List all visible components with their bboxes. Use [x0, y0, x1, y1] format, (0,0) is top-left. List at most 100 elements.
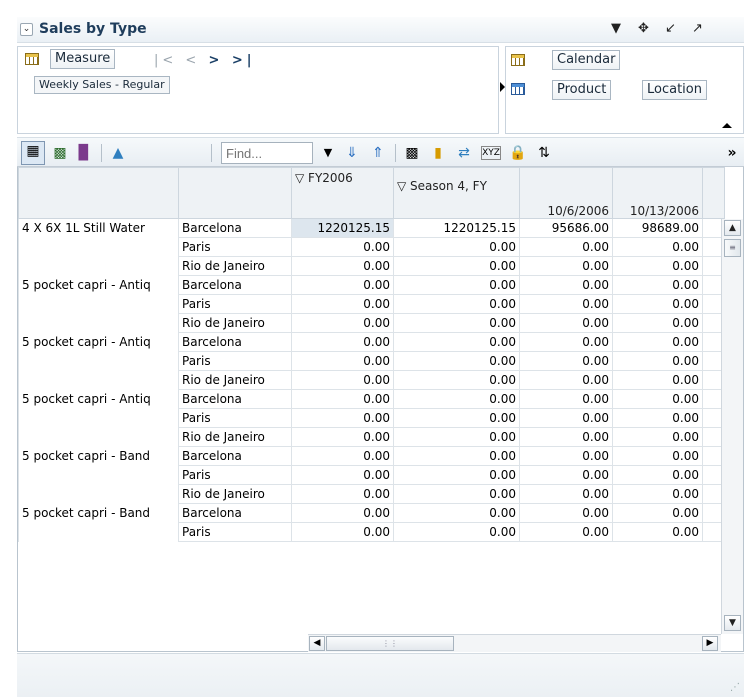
- row-header-location[interactable]: Paris: [178, 351, 292, 371]
- table-cell[interactable]: 0.00: [291, 465, 394, 485]
- table-cell[interactable]: 0.00: [612, 503, 703, 523]
- row-header-product[interactable]: [18, 484, 179, 504]
- measure-paging[interactable]: |< < > >|: [154, 53, 256, 68]
- table-cell[interactable]: 0.00: [393, 313, 520, 333]
- table-cell[interactable]: 1220125.15: [291, 218, 394, 238]
- column-header-date[interactable]: 10/6/2006: [519, 167, 613, 219]
- row-header-product[interactable]: [18, 465, 179, 485]
- table-cell[interactable]: 0.00: [519, 332, 613, 352]
- table-cell[interactable]: 0.00: [519, 503, 613, 523]
- table-cell[interactable]: 0.00: [393, 351, 520, 371]
- row-header-location[interactable]: Paris: [178, 294, 292, 314]
- table-cell[interactable]: 0.00: [519, 389, 613, 409]
- table-cell[interactable]: 0.00: [291, 313, 394, 333]
- row-header-location[interactable]: Barcelona: [178, 332, 292, 352]
- measure-tile[interactable]: Measure: [50, 49, 116, 69]
- row-header-location[interactable]: Paris: [178, 465, 292, 485]
- table-cell[interactable]: 0.00: [519, 294, 613, 314]
- vertical-scrollbar[interactable]: ▲ ≡ ▼: [721, 219, 743, 634]
- table-cell[interactable]: 98689.00: [612, 218, 703, 238]
- table-cell[interactable]: 0.00: [612, 256, 703, 276]
- table-cell[interactable]: 0.00: [393, 484, 520, 504]
- table-cell[interactable]: 0.00: [291, 389, 394, 409]
- table-cell[interactable]: 0.00: [612, 313, 703, 333]
- scroll-left-icon[interactable]: ◀: [309, 636, 325, 651]
- row-header-product[interactable]: 5 pocket capri - Band: [18, 503, 179, 523]
- table-cell[interactable]: 1220125.15: [393, 218, 520, 238]
- table-cell[interactable]: 0.00: [393, 389, 520, 409]
- row-header-product[interactable]: [18, 294, 179, 314]
- table-cell[interactable]: 0.00: [612, 294, 703, 314]
- more-icon[interactable]: »: [723, 144, 741, 162]
- table-cell[interactable]: 0.00: [393, 446, 520, 466]
- row-header-location[interactable]: Paris: [178, 522, 292, 542]
- row-header-product[interactable]: [18, 256, 179, 276]
- row-header-product[interactable]: [18, 370, 179, 390]
- horizontal-scrollbar[interactable]: ◀ ⋮⋮ ▶: [308, 634, 721, 652]
- row-header-product[interactable]: [18, 408, 179, 428]
- dropdown-icon[interactable]: ▼: [611, 21, 621, 36]
- table-cell[interactable]: 0.00: [612, 370, 703, 390]
- table-cell[interactable]: 0.00: [612, 427, 703, 447]
- table-cell[interactable]: 0.00: [612, 484, 703, 504]
- detach-icon[interactable]: ↗: [692, 21, 703, 36]
- table-cell[interactable]: 0.00: [519, 351, 613, 371]
- table-cell[interactable]: 0.00: [519, 237, 613, 257]
- table-cell[interactable]: 0.00: [519, 370, 613, 390]
- column-header-date[interactable]: 10/13/2006: [612, 167, 703, 219]
- swap-axes-icon[interactable]: ⇄: [455, 144, 473, 162]
- table-cell[interactable]: 0.00: [291, 427, 394, 447]
- scroll-up-icon[interactable]: ▲: [724, 220, 741, 236]
- column-header-fy2006[interactable]: ▽ FY2006: [291, 167, 394, 219]
- table-cell[interactable]: 0.00: [612, 351, 703, 371]
- table-cell[interactable]: 0.00: [291, 503, 394, 523]
- table-cell[interactable]: 0.00: [291, 522, 394, 542]
- table-cell[interactable]: 0.00: [393, 408, 520, 428]
- table-cell[interactable]: 0.00: [291, 370, 394, 390]
- row-header-product[interactable]: 5 pocket capri - Band: [18, 446, 179, 466]
- row-header-product[interactable]: [18, 427, 179, 447]
- table-cell[interactable]: 0.00: [519, 275, 613, 295]
- row-header-location[interactable]: Barcelona: [178, 446, 292, 466]
- table-cell[interactable]: 0.00: [519, 408, 613, 428]
- find-previous-up-icon[interactable]: ⇑: [369, 144, 387, 162]
- table-cell[interactable]: 0.00: [393, 294, 520, 314]
- table-cell[interactable]: 0.00: [612, 237, 703, 257]
- table-cell[interactable]: 0.00: [519, 522, 613, 542]
- row-header-location[interactable]: Paris: [178, 408, 292, 428]
- find-next-down-icon[interactable]: ⇓: [343, 144, 361, 162]
- collapse-chevron-icon[interactable]: ⌄: [20, 23, 33, 36]
- restore-icon[interactable]: ↙: [665, 21, 676, 36]
- row-header-location[interactable]: Rio de Janeiro: [178, 256, 292, 276]
- row-header-location[interactable]: Barcelona: [178, 218, 292, 238]
- table-cell[interactable]: 0.00: [393, 465, 520, 485]
- table-cell[interactable]: 0.00: [612, 332, 703, 352]
- table-cell[interactable]: 0.00: [519, 313, 613, 333]
- move-icon[interactable]: ✥: [638, 21, 649, 36]
- row-header-location[interactable]: Rio de Janeiro: [178, 427, 292, 447]
- table-cell[interactable]: 0.00: [612, 389, 703, 409]
- location-tile[interactable]: Location: [642, 80, 707, 100]
- table-cell[interactable]: 0.00: [393, 522, 520, 542]
- find-input[interactable]: [221, 142, 313, 164]
- row-header-product[interactable]: [18, 237, 179, 257]
- table-cell[interactable]: 0.00: [393, 427, 520, 447]
- row-header-product[interactable]: 5 pocket capri - Antiq: [18, 389, 179, 409]
- table-cell[interactable]: 0.00: [393, 256, 520, 276]
- table-cell[interactable]: 0.00: [291, 484, 394, 504]
- table-cell[interactable]: 0.00: [612, 408, 703, 428]
- table-cell[interactable]: 0.00: [519, 446, 613, 466]
- vertical-scroll-thumb[interactable]: ≡: [724, 239, 741, 257]
- table-cell[interactable]: 0.00: [291, 237, 394, 257]
- table-view-icon[interactable]: ▦: [21, 141, 45, 165]
- calendar-tile[interactable]: Calendar: [552, 50, 621, 70]
- row-header-location[interactable]: Barcelona: [178, 503, 292, 523]
- table-cell[interactable]: 0.00: [519, 484, 613, 504]
- measure-value-tile[interactable]: Weekly Sales - Regular: [34, 76, 170, 94]
- table-cell[interactable]: 0.00: [612, 465, 703, 485]
- table-cell[interactable]: 0.00: [519, 256, 613, 276]
- scroll-up-icon[interactable]: [716, 122, 738, 130]
- table-cell[interactable]: 0.00: [612, 446, 703, 466]
- horizontal-scroll-thumb[interactable]: ⋮⋮: [326, 636, 454, 651]
- table-cell[interactable]: 0.00: [291, 294, 394, 314]
